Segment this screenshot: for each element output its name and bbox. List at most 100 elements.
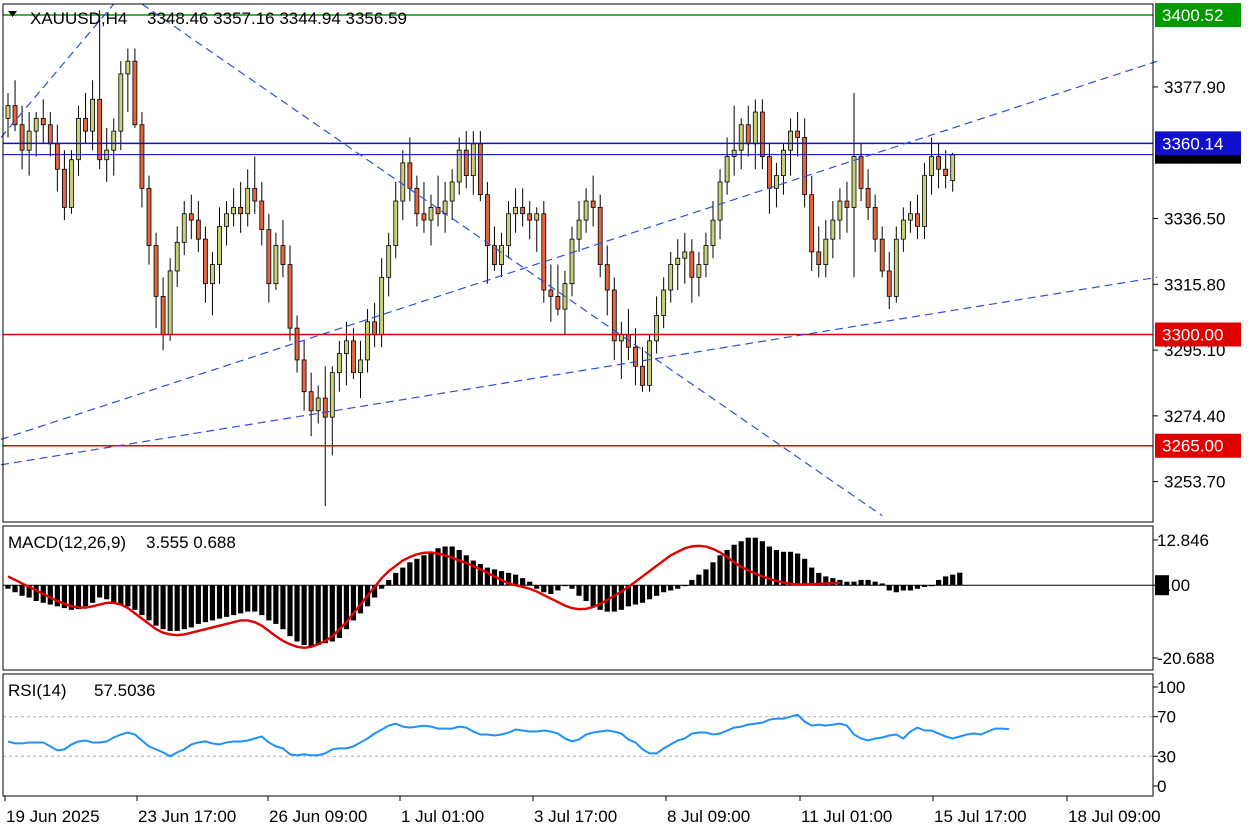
candle-body [33, 118, 39, 132]
candle-body [865, 187, 871, 208]
level-label: 3400.52 [1162, 6, 1223, 25]
macd-bar [216, 585, 223, 619]
candle-body [252, 187, 258, 202]
time-tick-label: 18 Jul 09:00 [1068, 807, 1161, 826]
candle-body [809, 194, 815, 253]
macd-bar [689, 579, 695, 586]
candle [597, 194, 603, 278]
macd-bar [484, 567, 490, 586]
candle-body [640, 365, 645, 386]
macd-tick-label: -20.688 [1157, 649, 1215, 668]
candle-body [26, 130, 32, 151]
candle-body [682, 251, 688, 259]
time-tick-label: 8 Jul 09:00 [667, 807, 750, 826]
candle-body [548, 289, 554, 297]
candle-body [125, 60, 131, 75]
macd-bar [534, 585, 540, 589]
macd-bar [731, 544, 737, 586]
symbol-timeframe: XAUUSD,H4 [30, 9, 127, 28]
candle-body [294, 327, 300, 361]
candle-body [915, 213, 920, 227]
macd-bar [583, 585, 589, 602]
macd-bar [520, 578, 526, 586]
macd-bar [19, 585, 25, 596]
macd-bar [428, 551, 434, 586]
macd-tick-label: 0.00 [1157, 576, 1190, 595]
candle-body [654, 315, 659, 342]
macd-bar [174, 585, 180, 631]
macd-bar [632, 585, 639, 605]
candle [541, 201, 547, 303]
candle-body [752, 111, 758, 145]
candle-body [393, 200, 399, 246]
candle-body [844, 200, 850, 208]
macd-bar [407, 562, 413, 586]
macd-bar [252, 585, 258, 612]
candle-body [618, 334, 624, 342]
candle-body [717, 181, 723, 221]
macd-bar [590, 585, 596, 607]
candle-body [139, 124, 145, 189]
macd-bar [675, 585, 681, 589]
candle-body [710, 219, 716, 246]
time-tick-label: 26 Jun 09:00 [269, 807, 367, 826]
candle-body [703, 245, 709, 265]
candle-body [174, 241, 180, 272]
candle-body [111, 130, 117, 151]
macd-title: MACD(12,26,9) [8, 533, 126, 552]
macd-bar [759, 541, 765, 586]
candle-body [724, 156, 730, 183]
macd-bar [858, 579, 864, 586]
candle-body [837, 200, 843, 221]
candle-body [167, 270, 173, 335]
macd-bar [555, 585, 561, 591]
macd-bar [301, 585, 307, 646]
macd-bar [950, 574, 956, 586]
candle-body [329, 372, 335, 418]
macd-bar [33, 585, 39, 602]
macd-bar [682, 585, 688, 587]
macd-bar [47, 585, 53, 605]
macd-bar [209, 585, 216, 621]
macd-bar [703, 569, 709, 586]
candle-body [802, 137, 808, 196]
candle-body [83, 118, 88, 132]
candle-body [407, 162, 413, 189]
time-tick-label: 19 Jun 2025 [6, 807, 100, 826]
candle-body [132, 60, 138, 126]
level-label: 3300.00 [1162, 326, 1223, 345]
macd-bar [900, 585, 906, 591]
macd-bar [223, 585, 230, 617]
candle-body [181, 213, 187, 243]
candle-body [238, 206, 244, 215]
candle-body [336, 353, 342, 374]
candle-body [689, 251, 695, 278]
level-label: 3265.00 [1162, 437, 1223, 456]
candle-body [823, 238, 829, 265]
macd-tick-label: 12.846 [1157, 531, 1209, 550]
candle-body [280, 245, 286, 265]
candle-body [527, 213, 533, 221]
candle-body [886, 270, 892, 297]
rsi-tick-label: 0 [1157, 777, 1166, 796]
candle-body [858, 156, 864, 189]
candle-body [590, 200, 596, 208]
candle-body [463, 149, 469, 177]
candle-body [47, 124, 53, 145]
macd-bar [795, 553, 801, 586]
candle-body [908, 213, 913, 221]
macd-bar [879, 583, 885, 586]
candle-body [195, 219, 201, 240]
macd-bar [893, 585, 899, 593]
macd-bar [315, 585, 321, 646]
macd-values: 3.555 0.688 [146, 533, 236, 552]
rsi-tick-label: 70 [1157, 708, 1176, 727]
macd-bar [266, 585, 272, 621]
candle-body [477, 143, 483, 196]
macd-bar [181, 585, 187, 630]
macd-bar [238, 585, 244, 614]
candle-body [414, 187, 420, 215]
macd-bar [710, 562, 716, 586]
candle-body [428, 206, 434, 221]
level-label: 3360.14 [1162, 134, 1223, 153]
